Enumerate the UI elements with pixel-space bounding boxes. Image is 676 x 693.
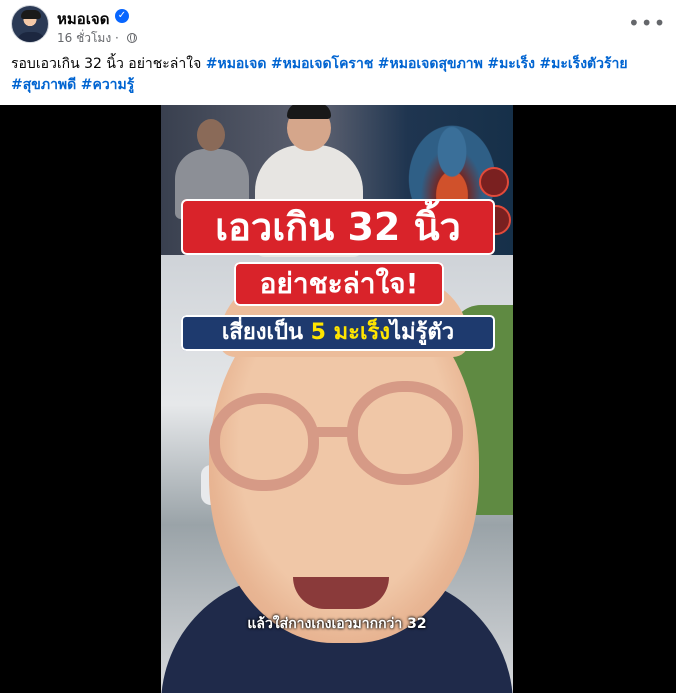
more-options-button[interactable]: ••• (628, 8, 665, 44)
hashtag-link[interactable]: #มะเร็งตัวร้าย (539, 56, 627, 72)
meta-separator: · (115, 31, 119, 45)
author-name[interactable]: หมอเจด (57, 7, 109, 31)
hashtag-link[interactable]: #หมอเจดสุขภาพ (378, 56, 483, 72)
hashtag-link[interactable]: #หมอเจด (206, 56, 267, 72)
hashtag-link[interactable]: #สุขภาพดี (11, 77, 76, 93)
globe-icon[interactable] (126, 33, 137, 43)
glasses-right-lens (347, 381, 463, 485)
video-headline-1: เอวเกิน 32 นิ้ว (181, 199, 495, 255)
media-container[interactable]: เอวเกิน 32 นิ้ว อย่าชะล่าใจ! เสี่ยงเป็น … (0, 105, 676, 693)
post-caption: รอบเอวเกิน 32 นิ้ว อย่าชะล่าใจ #หมอเจด #… (11, 54, 661, 96)
video-headline-2: อย่าชะล่าใจ! (234, 262, 444, 306)
avatar-shirt (16, 32, 46, 42)
video-subtitle: แล้วใส่กางเกงเอวมากกว่า 32 (247, 616, 427, 632)
avatar[interactable] (11, 5, 49, 43)
verified-badge-icon: ✓ (115, 9, 129, 23)
facebook-post: หมอเจด ✓ 16 ชั่วโมง · ••• รอบเอวเกิน 32 … (0, 0, 676, 693)
post-time[interactable]: 16 ชั่วโมง (57, 31, 111, 45)
headline3-suffix: ไม่รู้ตัว (390, 320, 455, 345)
avatar-hair (21, 10, 41, 19)
post-header: หมอเจด ✓ 16 ชั่วโมง · ••• (0, 0, 676, 52)
hashtag-link[interactable]: #ความรู้ (81, 77, 135, 93)
glasses-left-lens (209, 393, 319, 491)
caption-text: รอบเอวเกิน 32 นิ้ว อย่าชะล่าใจ (11, 56, 202, 72)
video-player[interactable]: เอวเกิน 32 นิ้ว อย่าชะล่าใจ! เสี่ยงเป็น … (161, 105, 513, 693)
post-meta: 16 ชั่วโมง · (57, 29, 137, 48)
headline3-prefix: เสี่ยงเป็น (221, 320, 311, 345)
hashtag-link[interactable]: #มะเร็ง (487, 56, 535, 72)
organ-highlight-icon (479, 167, 509, 197)
hashtag-link[interactable]: #หมอเจดโคราช (271, 56, 373, 72)
glasses-bridge (313, 427, 353, 437)
man-eating-head (197, 119, 225, 151)
video-headline-3: เสี่ยงเป็น 5 มะเร็งไม่รู้ตัว (181, 315, 495, 351)
headline3-highlight: 5 มะเร็ง (310, 320, 391, 345)
overweight-man-hair (287, 105, 331, 119)
